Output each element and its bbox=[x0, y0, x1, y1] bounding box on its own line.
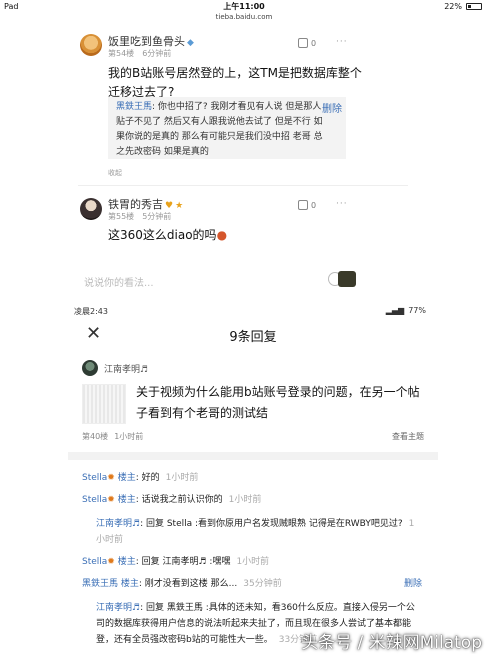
post-time: 6分钟前 bbox=[142, 49, 172, 58]
reply-nick[interactable]: 黑鉄王馬 bbox=[82, 579, 118, 589]
post-thumbnail[interactable] bbox=[82, 384, 126, 424]
sub-reply-box: 黑鉄王馬: 你也中招了? 我刚才看见有人说 但是那人贴子不见了 然后又有人跟我说… bbox=[108, 97, 346, 159]
reply-role: 楼主 bbox=[117, 473, 136, 483]
avatar[interactable] bbox=[80, 198, 102, 220]
like-count: 0 bbox=[311, 200, 317, 210]
phone-time: 凌晨2:43 bbox=[74, 307, 108, 316]
post-time: 1小时前 bbox=[114, 432, 144, 441]
heart-icon: ♥ bbox=[165, 201, 174, 211]
floor-number: 第55楼 bbox=[108, 212, 135, 221]
status-time: 上午11:00 bbox=[223, 2, 265, 11]
delete-button[interactable]: 删除 bbox=[322, 100, 342, 115]
reply-nick[interactable]: 江南孝明♬ bbox=[96, 519, 140, 529]
comment-input[interactable]: 说说你的看法... bbox=[78, 270, 408, 292]
more-button[interactable]: ··· bbox=[336, 37, 348, 47]
reply-header: ✕ 9条回复 bbox=[68, 323, 438, 347]
avatar[interactable] bbox=[82, 360, 98, 376]
status-right: 22% bbox=[444, 2, 482, 11]
more-button[interactable]: ··· bbox=[336, 199, 348, 209]
reply-item: 黑鉄王馬 楼主: 刚才没看到这楼 那么... 35分钟前 bbox=[82, 576, 282, 592]
vip-icon: ◆ bbox=[187, 38, 194, 48]
ipad-status-bar: Pad 上午11:00 tieba.baidu.com 22% bbox=[0, 0, 488, 21]
reply-role: 楼主 bbox=[117, 557, 136, 567]
reply-role: 楼主 bbox=[117, 495, 136, 505]
flame-icon: ✹ bbox=[107, 495, 115, 505]
reply-time: 1小时前 bbox=[228, 495, 262, 505]
watermark: 头条号 / 米辣网Milatop bbox=[301, 633, 482, 653]
floor-number: 第54楼 bbox=[108, 49, 135, 58]
signal-icon: ▂▄▆ bbox=[385, 306, 405, 315]
reply-time: 1小时前 bbox=[165, 473, 199, 483]
phone-status-right: ▂▄▆ 77% bbox=[386, 306, 426, 315]
post-content: 这360这么diao的吗● bbox=[108, 226, 368, 245]
battery-icon bbox=[466, 3, 482, 10]
username-text: 饭里吃到鱼骨头 bbox=[108, 35, 185, 48]
reply-nick[interactable]: Stella bbox=[82, 495, 107, 505]
post-time: 5分钟前 bbox=[142, 212, 172, 221]
post-text: 这360这么diao的吗 bbox=[108, 228, 217, 242]
username-text: 铁胃的秀吉 bbox=[108, 198, 163, 211]
emoji-icon: ● bbox=[216, 228, 228, 242]
sub-reply-text: 黑鉄王馬: 你也中招了? 我刚才看见有人说 但是那人贴子不见了 然后又有人跟我说… bbox=[116, 100, 328, 160]
phone-battery: 77% bbox=[408, 306, 426, 315]
image-icon[interactable] bbox=[338, 271, 356, 287]
reply-item: 江南孝明♬: 回复 Stella :看到你原用户名发现贼眼熟 记得是在RWBY吧… bbox=[96, 516, 416, 548]
post-username[interactable]: 饭里吃到鱼骨头 ◆ bbox=[108, 33, 194, 49]
url-bar[interactable]: tieba.baidu.com bbox=[0, 13, 488, 21]
battery-percent: 22% bbox=[444, 2, 462, 11]
reply-time: 35分钟前 bbox=[243, 579, 282, 589]
collapse-button[interactable]: 收起 bbox=[108, 168, 122, 178]
floor-number: 第40楼 bbox=[82, 432, 109, 441]
post-username[interactable]: 铁胃的秀吉 ♥ ★ bbox=[108, 196, 183, 212]
flame-icon: ✹ bbox=[107, 473, 115, 483]
like-button[interactable]: 0 bbox=[298, 38, 316, 48]
reply-time: 1小时前 bbox=[236, 557, 270, 567]
avatar[interactable] bbox=[80, 34, 102, 56]
main-post-meta: 第40楼 1小时前 bbox=[82, 431, 149, 442]
delete-button[interactable]: 删除 bbox=[404, 576, 422, 589]
author-name[interactable]: 江南孝明♬ bbox=[104, 362, 148, 375]
reply-text: : 话说我之前认识你的 bbox=[135, 495, 223, 505]
reply-role: 楼主 bbox=[120, 579, 139, 589]
reply-text: : 刚才没看到这楼 那么... bbox=[138, 579, 238, 589]
flame-icon: ✹ bbox=[107, 557, 115, 567]
post-floor-info: 第54楼 6分钟前 bbox=[108, 48, 171, 59]
phone-screenshot: 凌晨2:43 ▂▄▆ 77% ✕ 9条回复 江南孝明♬ 关于视频为什么能用b站账号… bbox=[68, 298, 438, 654]
post-floor-info: 第55楼 5分钟前 bbox=[108, 211, 171, 222]
badge-icon: ★ bbox=[175, 201, 184, 211]
reply-nick[interactable]: 江南孝明♬ bbox=[96, 603, 140, 613]
reply-nick[interactable]: Stella bbox=[82, 557, 107, 567]
reply-nick[interactable]: Stella bbox=[82, 473, 107, 483]
reply-item: Stella✹ 楼主: 回复 江南孝明♬ :嘿嘿 1小时前 bbox=[82, 554, 269, 570]
reply-text: : 好的 bbox=[135, 473, 160, 483]
reply-text: : 回复 Stella :看到你原用户名发现贼眼熟 记得是在RWBY吧见过? bbox=[140, 519, 403, 529]
reply-text: : 回复 江南孝明♬ :嘿嘿 bbox=[135, 557, 231, 567]
divider bbox=[78, 185, 408, 186]
like-icon bbox=[298, 38, 308, 48]
reply-title: 9条回复 bbox=[229, 330, 277, 345]
main-post-text: 关于视频为什么能用b站账号登录的问题，在另一个帖子看到有个老哥的测试结 bbox=[136, 385, 420, 420]
like-count: 0 bbox=[311, 38, 317, 48]
like-button[interactable]: 0 bbox=[298, 200, 316, 210]
like-icon bbox=[298, 200, 308, 210]
view-topic-link[interactable]: 查看主题 bbox=[392, 431, 424, 442]
comment-placeholder: 说说你的看法... bbox=[84, 278, 154, 289]
reply-item: Stella✹ 楼主: 好的 1小时前 bbox=[82, 470, 198, 486]
sub-reply-nick[interactable]: 黑鉄王馬 bbox=[116, 102, 152, 112]
section-divider bbox=[68, 452, 438, 460]
reply-item: Stella✹ 楼主: 话说我之前认识你的 1小时前 bbox=[82, 492, 261, 508]
